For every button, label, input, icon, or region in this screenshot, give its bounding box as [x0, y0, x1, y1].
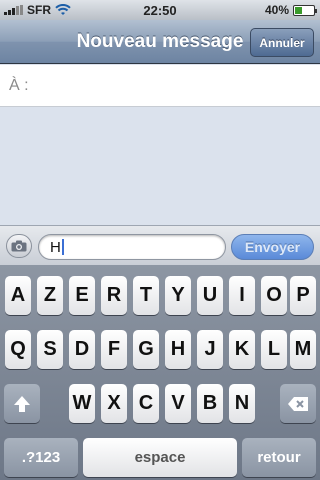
- key-c[interactable]: C: [133, 384, 159, 423]
- key-n[interactable]: N: [229, 384, 255, 423]
- send-button[interactable]: Envoyer: [231, 234, 314, 260]
- key-x[interactable]: X: [101, 384, 127, 423]
- key-o[interactable]: O: [261, 276, 287, 315]
- recipient-field[interactable]: À :: [0, 65, 320, 107]
- space-key[interactable]: espace: [83, 438, 237, 477]
- key-w[interactable]: W: [69, 384, 95, 423]
- key-h[interactable]: H: [165, 330, 191, 369]
- key-s[interactable]: S: [37, 330, 63, 369]
- recipient-label: À :: [9, 77, 29, 94]
- key-e[interactable]: E: [69, 276, 95, 315]
- battery-percent: 40%: [264, 3, 289, 17]
- key-u[interactable]: U: [197, 276, 223, 315]
- camera-icon: [11, 240, 27, 252]
- key-q[interactable]: Q: [5, 330, 31, 369]
- key-k[interactable]: K: [229, 330, 255, 369]
- status-bar-right: 40%: [264, 3, 317, 17]
- key-i[interactable]: I: [229, 276, 255, 315]
- message-input-text: H: [50, 239, 61, 256]
- keyboard: A Z E R T Y U I O P Q S D F G H J K L M …: [0, 265, 320, 480]
- text-cursor: [61, 239, 64, 255]
- shift-arrow-icon: [14, 395, 30, 412]
- key-d[interactable]: D: [69, 330, 95, 369]
- status-bar: SFR 22:50 40%: [0, 0, 320, 20]
- delete-key[interactable]: [280, 384, 316, 423]
- camera-button[interactable]: [6, 234, 32, 258]
- shift-key[interactable]: [4, 384, 40, 423]
- key-a[interactable]: A: [5, 276, 31, 315]
- key-y[interactable]: Y: [165, 276, 191, 315]
- key-z[interactable]: Z: [37, 276, 63, 315]
- key-v[interactable]: V: [165, 384, 191, 423]
- key-g[interactable]: G: [133, 330, 159, 369]
- compose-bar: H Envoyer: [0, 225, 320, 265]
- key-p[interactable]: P: [290, 276, 316, 315]
- cancel-button[interactable]: Annuler: [250, 28, 314, 57]
- conversation-area: [0, 108, 320, 225]
- message-input[interactable]: H: [38, 234, 226, 260]
- return-key[interactable]: retour: [242, 438, 316, 477]
- page-title: Nouveau message: [76, 31, 244, 52]
- backspace-icon: [288, 396, 308, 411]
- key-m[interactable]: M: [290, 330, 316, 369]
- key-j[interactable]: J: [197, 330, 223, 369]
- navigation-bar: Nouveau message Annuler: [0, 20, 320, 64]
- key-b[interactable]: B: [197, 384, 223, 423]
- battery-icon: [293, 4, 317, 16]
- key-l[interactable]: L: [261, 330, 287, 369]
- key-t[interactable]: T: [133, 276, 159, 315]
- key-f[interactable]: F: [101, 330, 127, 369]
- numbers-key[interactable]: .?123: [4, 438, 78, 477]
- key-r[interactable]: R: [101, 276, 127, 315]
